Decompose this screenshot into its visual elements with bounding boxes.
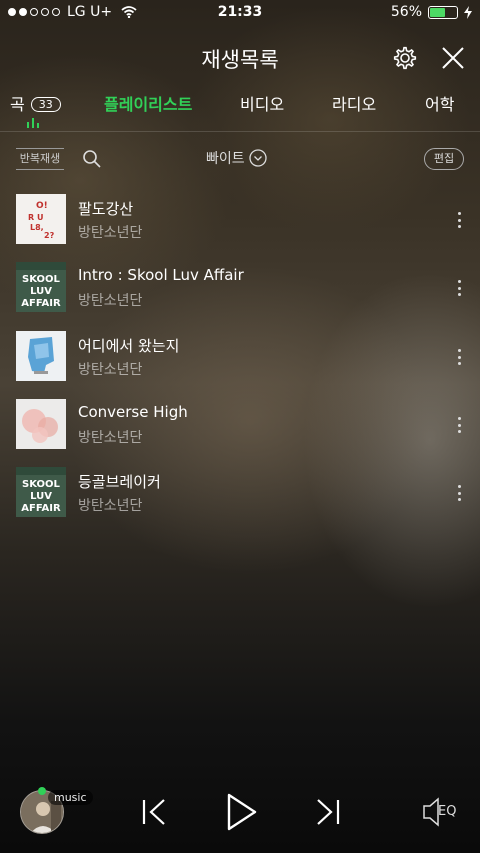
album-art-converse bbox=[16, 399, 66, 449]
more-icon-dot bbox=[457, 491, 461, 495]
chevron-down-circle-icon bbox=[248, 149, 267, 167]
song-artist: 방탄소년단 bbox=[78, 293, 143, 309]
album-art-text: SKOOL bbox=[22, 479, 61, 490]
sort-dropdown[interactable]: 빠이트 bbox=[206, 148, 267, 168]
more-icon-dot bbox=[457, 293, 461, 296]
album-cover: O! R U L8, 2? bbox=[16, 194, 66, 244]
search-icon bbox=[83, 150, 101, 168]
song-title: 등골브레이커 bbox=[78, 473, 161, 491]
album-cover bbox=[16, 399, 66, 449]
album-cover bbox=[16, 331, 66, 381]
tab-language[interactable]: 어학 bbox=[425, 91, 454, 115]
album-art-text: R U bbox=[28, 213, 43, 222]
music-tag: music bbox=[48, 790, 93, 805]
edit-button[interactable]: 편집 bbox=[424, 148, 464, 170]
tab-label: 곡 bbox=[10, 95, 25, 114]
next-button[interactable] bbox=[314, 797, 342, 827]
more-options-button[interactable] bbox=[450, 483, 468, 503]
play-button[interactable] bbox=[226, 792, 258, 832]
album-art-text: LUV bbox=[30, 286, 52, 297]
status-bar: LG U+ 21:33 56% bbox=[0, 0, 480, 26]
song-title: 팔도강산 bbox=[78, 200, 134, 218]
skip-previous-icon bbox=[142, 799, 165, 825]
more-options-button[interactable] bbox=[450, 278, 468, 298]
battery-icon bbox=[428, 5, 458, 19]
skip-next-icon bbox=[317, 799, 340, 825]
repeat-arrow-bottom bbox=[16, 169, 64, 170]
more-icon-dot bbox=[457, 280, 461, 283]
more-icon-dot bbox=[457, 225, 461, 228]
more-icon-dot bbox=[457, 498, 461, 501]
more-icon-dot bbox=[457, 286, 461, 290]
settings-button[interactable] bbox=[391, 44, 419, 72]
more-icon-dot bbox=[457, 485, 461, 488]
album-art-text: AFFAIR bbox=[21, 298, 61, 309]
album-cover: SKOOL LUV AFFAIR bbox=[16, 467, 66, 517]
more-icon-dot bbox=[457, 430, 461, 433]
list-item[interactable]: 어디에서 왔는지 방탄소년단 bbox=[0, 323, 480, 389]
more-icon-dot bbox=[457, 362, 461, 365]
more-icon-dot bbox=[457, 423, 461, 427]
song-title: Intro : Skool Luv Affair bbox=[78, 266, 244, 284]
gear-icon bbox=[393, 46, 417, 70]
album-art-skool: SKOOL LUV AFFAIR bbox=[16, 467, 66, 517]
search-button[interactable] bbox=[82, 149, 102, 169]
close-button[interactable] bbox=[440, 45, 466, 71]
more-icon-dot bbox=[457, 417, 461, 420]
list-item[interactable]: SKOOL LUV AFFAIR Intro : Skool Luv Affai… bbox=[0, 254, 480, 320]
tab-songs[interactable]: 곡 33 bbox=[10, 91, 61, 115]
song-artist: 방탄소년단 bbox=[78, 362, 143, 378]
more-icon-dot bbox=[457, 218, 461, 222]
more-icon-dot bbox=[457, 212, 461, 215]
song-count-badge: 33 bbox=[30, 97, 61, 112]
battery-percent: 56% bbox=[390, 4, 422, 20]
repeat-arrow-top bbox=[16, 148, 64, 149]
album-art-text: AFFAIR bbox=[21, 503, 61, 514]
album-art-orul82: O! R U L8, 2? bbox=[16, 194, 66, 244]
album-art-dark-and-wild bbox=[16, 331, 66, 381]
album-art-text: O! bbox=[36, 201, 48, 211]
sort-label: 빠이트 bbox=[206, 151, 245, 167]
repeat-button[interactable]: 반복재생 bbox=[16, 148, 64, 170]
song-title: 어디에서 왔는지 bbox=[78, 337, 180, 355]
battery-fill bbox=[430, 7, 445, 17]
album-art-text: 2? bbox=[44, 231, 55, 240]
tab-playlist[interactable]: 플레이리스트 bbox=[104, 91, 192, 115]
list-item[interactable]: SKOOL LUV AFFAIR 등골브레이커 방탄소년단 bbox=[0, 459, 480, 525]
previous-button[interactable] bbox=[140, 797, 168, 827]
tab-bar: 곡 33 플레이리스트 비디오 라디오 어학 bbox=[0, 88, 480, 132]
album-cover: SKOOL LUV AFFAIR bbox=[16, 262, 66, 312]
online-indicator bbox=[38, 787, 46, 795]
play-icon bbox=[227, 793, 257, 831]
more-icon-dot bbox=[457, 349, 461, 352]
repeat-label: 반복재생 bbox=[19, 152, 61, 165]
now-playing-bars-icon bbox=[27, 118, 39, 128]
more-options-button[interactable] bbox=[450, 415, 468, 435]
more-icon-dot bbox=[457, 355, 461, 359]
eq-button[interactable]: EQ bbox=[422, 797, 462, 827]
tab-radio[interactable]: 라디오 bbox=[332, 91, 376, 115]
album-art-text: L8, bbox=[30, 223, 44, 232]
more-options-button[interactable] bbox=[450, 347, 468, 367]
list-item[interactable]: Converse High 방탄소년단 bbox=[0, 391, 480, 457]
song-artist: 방탄소년단 bbox=[78, 225, 143, 241]
battery-area: 56% bbox=[391, 4, 472, 20]
tab-video[interactable]: 비디오 bbox=[240, 91, 284, 115]
song-title: Converse High bbox=[78, 403, 188, 421]
eq-label: EQ bbox=[438, 804, 457, 819]
song-artist: 방탄소년단 bbox=[78, 430, 143, 446]
close-icon bbox=[442, 47, 464, 69]
more-options-button[interactable] bbox=[450, 210, 468, 230]
album-art-text: LUV bbox=[30, 491, 52, 502]
song-artist: 방탄소년단 bbox=[78, 498, 143, 514]
album-art-text: SKOOL bbox=[22, 274, 61, 285]
album-art-skool: SKOOL LUV AFFAIR bbox=[16, 262, 66, 312]
list-item[interactable]: O! R U L8, 2? 팔도강산 방탄소년단 bbox=[0, 186, 480, 252]
charging-icon bbox=[464, 5, 472, 19]
